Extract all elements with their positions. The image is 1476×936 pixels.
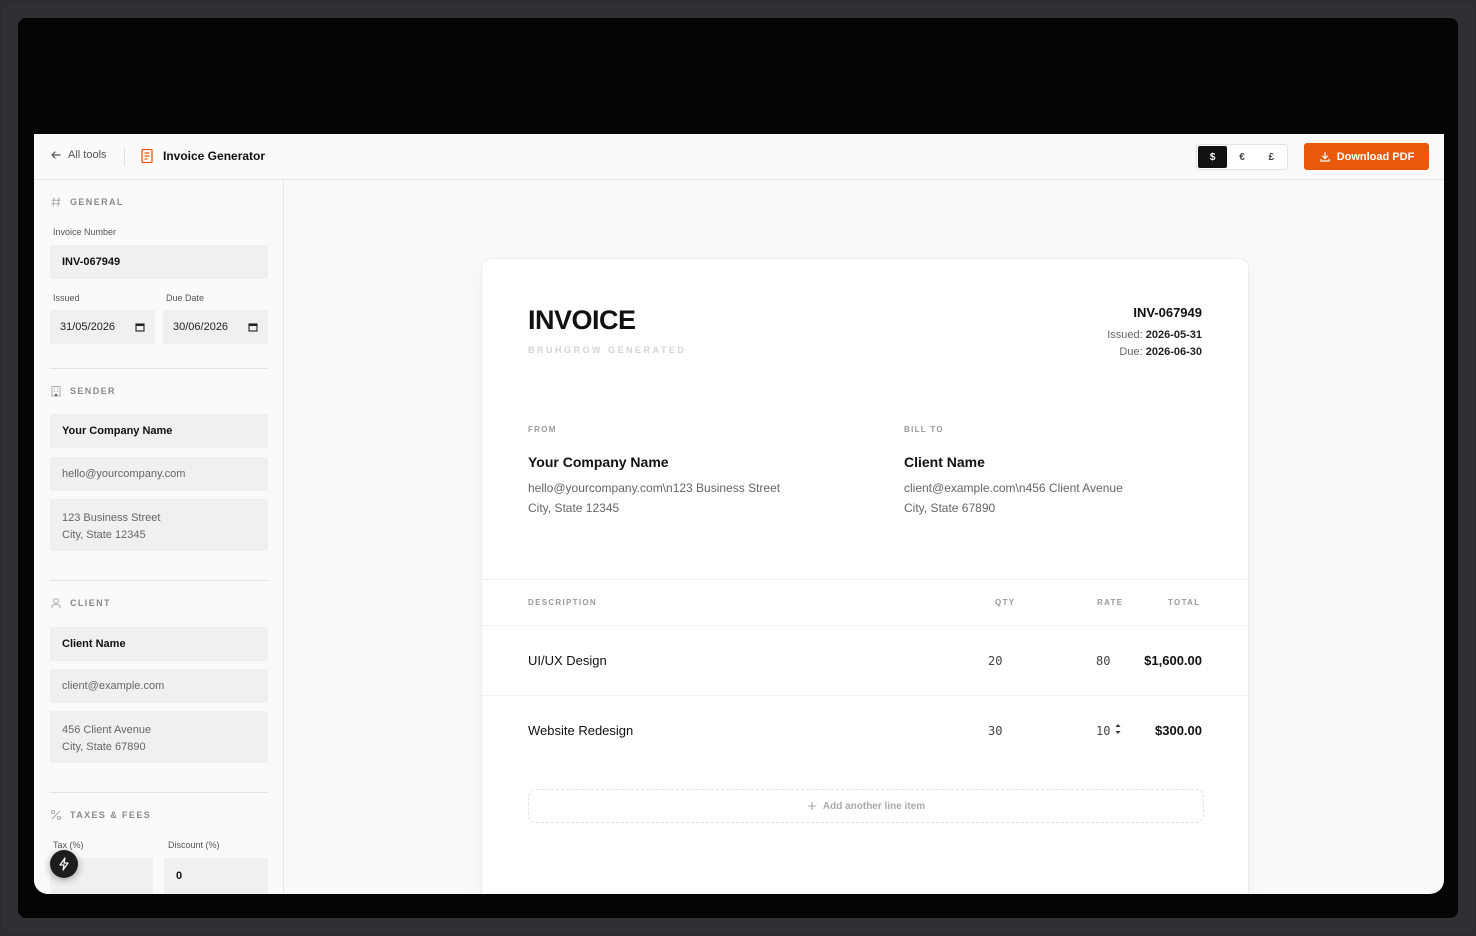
building-icon [51, 386, 61, 397]
table-row: UI/UX Design 20 80 $1,600.00 [482, 626, 1248, 696]
section-divider [50, 580, 268, 581]
divider [124, 148, 125, 166]
invoice-number: INV-067949 [1133, 305, 1202, 320]
user-icon [51, 598, 61, 609]
column-rate: RATE [1097, 598, 1124, 607]
invoice-number-label: Invoice Number [53, 227, 117, 237]
sender-address-line1: 123 Business Street [62, 512, 161, 524]
tool-title-label: Invoice Generator [163, 149, 266, 163]
section-divider [50, 368, 268, 369]
item-total: $1,600.00 [1144, 653, 1202, 668]
download-pdf-button[interactable]: Download PDF [1304, 143, 1429, 170]
column-total: TOTAL [1168, 598, 1201, 607]
back-link[interactable]: All tools [50, 149, 107, 161]
screen: All tools Invoice Generator $ € £ Downlo… [18, 18, 1458, 918]
due-date-value: 30/06/2026 [173, 321, 229, 333]
due-date-val: 2026-06-30 [1145, 346, 1202, 358]
arrow-left-icon [51, 151, 61, 159]
currency-eur[interactable]: € [1227, 146, 1256, 168]
currency-switcher: $ € £ [1196, 144, 1288, 170]
item-description[interactable]: Website Redesign [528, 723, 633, 738]
device-frame: All tools Invoice Generator $ € £ Downlo… [2, 2, 1474, 934]
section-general-heading: GENERAL [50, 196, 124, 208]
discount-input[interactable]: 0 [164, 858, 268, 894]
issued-date-value: 31/05/2026 [60, 321, 116, 333]
invoice-number-input[interactable]: INV-067949 [50, 245, 268, 279]
item-qty[interactable]: 30 [988, 724, 1002, 738]
invoice-title: INVOICE [528, 305, 636, 335]
item-total: $300.00 [1155, 723, 1202, 738]
discount-label: Discount (%) [168, 840, 220, 850]
issued-date-val: 2026-05-31 [1145, 329, 1202, 341]
quick-action-button[interactable] [50, 850, 78, 878]
percent-icon [51, 810, 61, 820]
client-address-line1: 456 Client Avenue [62, 724, 152, 736]
bill-to-address: client@example.com\n456 Client Avenue Ci… [904, 478, 1244, 518]
section-client-label: CLIENT [70, 598, 111, 608]
hash-icon [51, 197, 61, 207]
issued-date-key: Issued: [1107, 329, 1143, 341]
tool-title: Invoice Generator [140, 148, 265, 164]
from-name: Your Company Name [528, 454, 669, 470]
client-email-input[interactable]: client@example.com [50, 669, 268, 703]
column-qty: QTY [995, 598, 1016, 607]
sender-address-line2: City, State 12345 [62, 529, 146, 541]
column-description: DESCRIPTION [528, 598, 597, 607]
from-label: FROM [528, 425, 557, 434]
due-date-label: Due Date [166, 293, 205, 303]
due-date-input[interactable]: 30/06/2026 [163, 310, 268, 344]
bill-to-label: BILL TO [904, 425, 944, 434]
invoice-preview: INVOICE BRUHGROW GENERATED INV-067949 Is… [481, 258, 1249, 894]
issued-label: Issued [53, 293, 80, 303]
lightning-icon [59, 857, 69, 871]
currency-gbp[interactable]: £ [1257, 146, 1286, 168]
section-taxes-heading: TAXES & FEES [50, 809, 151, 821]
section-general-label: GENERAL [70, 197, 124, 207]
section-divider [50, 792, 268, 793]
top-bar: All tools Invoice Generator $ € £ Downlo… [34, 134, 1444, 180]
download-icon [1320, 151, 1330, 162]
table-row: Website Redesign 30 10 $300.00 [482, 696, 1248, 766]
invoice-issued-date: Issued: 2026-05-31 [1107, 329, 1202, 341]
client-address-textarea[interactable]: 456 Client Avenue City, State 67890 [50, 711, 268, 763]
due-date-key: Due: [1119, 346, 1143, 358]
from-address: hello@yourcompany.com\n123 Business Stre… [528, 478, 868, 518]
issued-date-input[interactable]: 31/05/2026 [50, 310, 155, 344]
app-window: All tools Invoice Generator $ € £ Downlo… [34, 134, 1444, 894]
sidebar: GENERAL Invoice Number INV-067949 Issued… [34, 180, 284, 894]
number-stepper-icon[interactable] [1114, 721, 1122, 737]
invoice-subtitle: BRUHGROW GENERATED [528, 345, 687, 355]
from-address-line1: hello@yourcompany.com\n123 Business Stre… [528, 481, 781, 495]
currency-usd[interactable]: $ [1198, 146, 1228, 168]
add-line-item-label: Add another line item [822, 800, 926, 812]
sender-address-textarea[interactable]: 123 Business Street City, State 12345 [50, 499, 268, 551]
item-description[interactable]: UI/UX Design [528, 653, 607, 668]
item-rate[interactable]: 10 [1096, 724, 1110, 738]
sender-email-input[interactable]: hello@yourcompany.com [50, 457, 268, 491]
back-link-label: All tools [68, 149, 107, 161]
section-sender-heading: SENDER [50, 385, 116, 397]
sender-name-input[interactable]: Your Company Name [50, 414, 268, 448]
from-address-line2: City, State 12345 [528, 501, 620, 515]
calendar-icon[interactable] [135, 322, 145, 332]
item-rate[interactable]: 80 [1096, 654, 1110, 668]
document-icon [141, 148, 153, 164]
item-qty[interactable]: 20 [988, 654, 1002, 668]
bill-to-name: Client Name [904, 454, 985, 470]
section-taxes-label: TAXES & FEES [70, 810, 152, 820]
tax-label: Tax (%) [53, 840, 84, 850]
add-line-item-button[interactable]: Add another line item [528, 789, 1204, 823]
bill-to-address-line2: City, State 67890 [904, 501, 996, 515]
calendar-icon[interactable] [248, 322, 258, 332]
section-client-heading: CLIENT [50, 597, 111, 609]
client-address-line2: City, State 67890 [62, 741, 146, 753]
table-header: DESCRIPTION QTY RATE TOTAL [482, 579, 1248, 626]
section-sender-label: SENDER [70, 386, 116, 396]
invoice-due-date: Due: 2026-06-30 [1119, 346, 1202, 358]
plus-icon [807, 802, 816, 810]
bill-to-address-line1: client@example.com\n456 Client Avenue [904, 481, 1123, 495]
download-pdf-label: Download PDF [1336, 150, 1415, 163]
client-name-input[interactable]: Client Name [50, 627, 268, 661]
